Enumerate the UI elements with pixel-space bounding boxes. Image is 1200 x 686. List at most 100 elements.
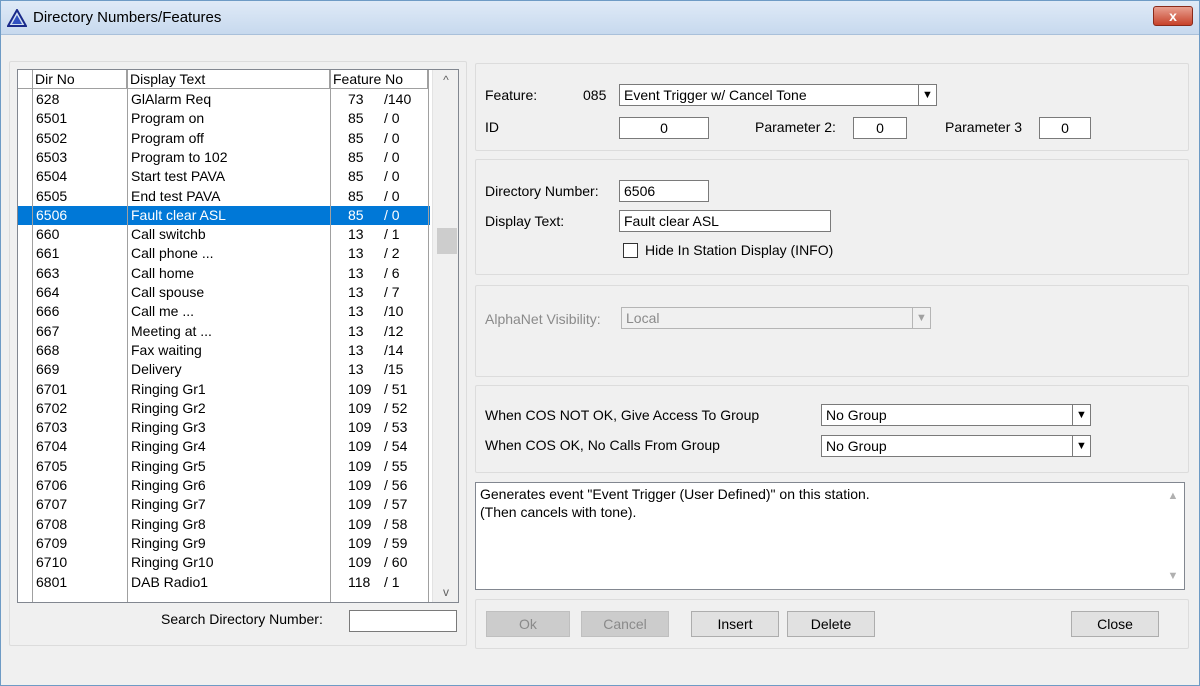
description-scrollbar[interactable]: ▲ ▼ xyxy=(1162,483,1184,589)
list-item-display-text: Ringing Gr5 xyxy=(131,457,206,474)
list-item-feature-no: 73 xyxy=(348,91,364,107)
list-item[interactable]: 6705 Ringing Gr5 109 / 55 xyxy=(18,457,430,476)
search-label: Search Directory Number: xyxy=(161,611,323,627)
list-item-display-text: Call spouse xyxy=(131,284,205,300)
list-item-dir-no: 6705 xyxy=(36,457,68,474)
list-item[interactable]: 6502 Program off 85 / 0 xyxy=(18,129,430,148)
list-item-feature-no: 85 xyxy=(348,110,364,127)
list-item-feature-sub: / 1 xyxy=(384,573,400,590)
list-item-feature-no: 85 xyxy=(348,129,364,146)
window-close-button[interactable]: x xyxy=(1153,6,1193,26)
scroll-thumb[interactable] xyxy=(437,228,457,254)
list-item-dir-no: 6501 xyxy=(36,110,68,127)
feature-description[interactable]: Generates event "Event Trigger (User Def… xyxy=(475,482,1185,590)
dropdown-arrow-icon: ▼ xyxy=(1072,436,1090,456)
id-field[interactable]: 0 xyxy=(619,117,709,139)
cancel-button[interactable]: Cancel xyxy=(581,611,669,637)
list-header: Dir No Display Text Feature No xyxy=(18,70,428,89)
list-item-display-text: GlAlarm Req xyxy=(131,91,212,107)
list-item-dir-no: 6801 xyxy=(36,573,68,590)
scroll-up-icon[interactable]: ▲ xyxy=(1162,487,1184,505)
list-item-dir-no: 668 xyxy=(36,341,60,358)
list-item[interactable]: 664 Call spouse 13 / 7 xyxy=(18,283,430,302)
dropdown-arrow-icon: ▼ xyxy=(918,85,936,105)
list-item-feature-sub: / 7 xyxy=(384,284,400,300)
scroll-down-icon[interactable]: v xyxy=(433,582,458,602)
ok-button[interactable]: Ok xyxy=(486,611,570,637)
list-item[interactable]: 661 Call phone ... 13 / 2 xyxy=(18,244,430,263)
list-item[interactable]: 6801 DAB Radio1 118 / 1 xyxy=(18,573,430,592)
column-header-feature-no[interactable]: Feature No xyxy=(330,70,428,89)
list-scrollbar[interactable]: ^ v xyxy=(432,70,458,602)
list-item-display-text: Call home xyxy=(131,264,195,281)
list-item-dir-no: 666 xyxy=(36,303,60,320)
list-item-feature-sub: / 0 xyxy=(384,168,400,185)
list-item[interactable]: 6702 Ringing Gr2 109 / 52 xyxy=(18,399,430,418)
list-item[interactable]: 6701 Ringing Gr1 109 / 51 xyxy=(18,380,430,399)
list-item[interactable]: 667 Meeting at ... 13/12 xyxy=(18,322,430,341)
list-item-feature-sub: / 2 xyxy=(384,245,400,262)
list-item-dir-no: 663 xyxy=(36,264,60,281)
delete-button[interactable]: Delete xyxy=(787,611,875,637)
directory-number-label: Directory Number: xyxy=(485,183,599,199)
parameter-3-field[interactable]: 0 xyxy=(1039,117,1091,139)
list-item[interactable]: 6704 Ringing Gr4 109 / 54 xyxy=(18,437,430,456)
list-item[interactable]: 6504 Start test PAVA 85 / 0 xyxy=(18,167,430,186)
feature-select[interactable]: Event Trigger w/ Cancel Tone ▼ xyxy=(619,84,937,106)
list-item[interactable]: 660 Call switchb 13 / 1 xyxy=(18,225,430,244)
list-item[interactable]: 6709 Ringing Gr9 109 / 59 xyxy=(18,534,430,553)
column-header-display-text[interactable]: Display Text xyxy=(127,70,330,89)
list-item[interactable]: 668 Fax waiting 13/14 xyxy=(18,341,430,360)
hide-in-station-checkbox[interactable] xyxy=(623,243,638,258)
dialog-window: Directory Numbers/Features x Dir No Disp… xyxy=(0,0,1200,686)
list-item-feature-no: 13 xyxy=(348,341,364,358)
list-item-display-text: Ringing Gr8 xyxy=(131,515,206,532)
alphanet-select: Local ▼ xyxy=(621,307,931,329)
list-item[interactable]: 6505 End test PAVA 85 / 0 xyxy=(18,187,430,206)
list-item[interactable]: 6501 Program on 85 / 0 xyxy=(18,109,430,128)
list-item[interactable]: 6708 Ringing Gr8 109 / 58 xyxy=(18,515,430,534)
parameter-2-field[interactable]: 0 xyxy=(853,117,907,139)
list-item-display-text: DAB Radio1 xyxy=(131,573,209,590)
dropdown-arrow-icon: ▼ xyxy=(912,308,930,328)
list-item-feature-sub: /14 xyxy=(384,341,404,358)
list-item[interactable]: 6503 Program to 102 85 / 0 xyxy=(18,148,430,167)
list-item[interactable]: 6506 Fault clear ASL 85 / 0 xyxy=(18,205,430,226)
list-item[interactable]: 6707 Ringing Gr7 109 / 57 xyxy=(18,495,430,514)
cos-ok-select[interactable]: No Group ▼ xyxy=(821,435,1091,457)
list-item-feature-sub: /140 xyxy=(384,91,412,107)
column-header-dir-no[interactable]: Dir No xyxy=(32,70,127,89)
feature-select-value: Event Trigger w/ Cancel Tone xyxy=(624,87,807,103)
list-item[interactable]: 6710 Ringing Gr10 109 / 60 xyxy=(18,553,430,572)
list-item[interactable]: 663 Call home 13 / 6 xyxy=(18,264,430,283)
hide-in-station-label[interactable]: Hide In Station Display (INFO) xyxy=(645,242,833,258)
scroll-down-icon[interactable]: ▼ xyxy=(1162,567,1184,585)
scroll-up-icon[interactable]: ^ xyxy=(433,70,458,90)
list-item[interactable]: 6706 Ringing Gr6 109 / 56 xyxy=(18,476,430,495)
close-button[interactable]: Close xyxy=(1071,611,1159,637)
list-item-feature-no: 13 xyxy=(348,226,364,243)
cos-not-ok-select[interactable]: No Group ▼ xyxy=(821,404,1091,426)
list-item-dir-no: 6506 xyxy=(36,206,68,223)
directory-list[interactable]: Dir No Display Text Feature No 628 GlAlar… xyxy=(17,69,459,603)
list-item-dir-no: 6706 xyxy=(36,477,68,493)
list-item-dir-no: 6503 xyxy=(36,148,68,165)
list-item-display-text: Call phone ... xyxy=(131,245,214,262)
list-item-display-text: Ringing Gr6 xyxy=(131,477,206,493)
list-item-display-text: Ringing Gr2 xyxy=(131,399,206,416)
list-item-dir-no: 6702 xyxy=(36,399,68,416)
list-item[interactable]: 666 Call me ... 13/10 xyxy=(18,302,430,321)
list-item[interactable]: 628 GlAlarm Req 73/140 xyxy=(18,90,430,109)
display-text-field[interactable]: Fault clear ASL xyxy=(619,210,831,232)
list-item-display-text: Fault clear ASL xyxy=(131,206,226,223)
list-item[interactable]: 6703 Ringing Gr3 109 / 53 xyxy=(18,418,430,437)
list-item-feature-no: 13 xyxy=(348,303,364,320)
list-item-feature-no: 109 xyxy=(348,534,372,551)
insert-button[interactable]: Insert xyxy=(691,611,779,637)
list-item[interactable]: 669 Delivery 13/15 xyxy=(18,360,430,379)
list-item-feature-sub: / 51 xyxy=(384,380,408,397)
search-input[interactable] xyxy=(349,610,457,632)
directory-number-field[interactable]: 6506 xyxy=(619,180,709,202)
list-item-dir-no: 6701 xyxy=(36,380,68,397)
window-title: Directory Numbers/Features xyxy=(33,9,222,26)
